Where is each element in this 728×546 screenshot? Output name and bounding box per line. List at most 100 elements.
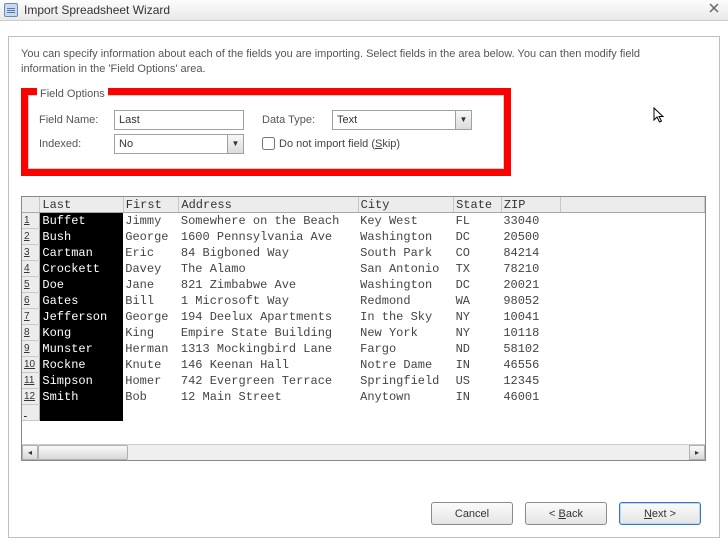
cell[interactable]: Fargo (358, 341, 453, 357)
indexed-value[interactable] (114, 134, 244, 154)
table-row[interactable]: 1BuffetJimmySomewhere on the BeachKey We… (22, 213, 705, 229)
scroll-thumb[interactable] (38, 445, 128, 460)
cell[interactable]: Key West (358, 213, 453, 229)
cancel-button[interactable]: Cancel (431, 502, 513, 525)
column-header[interactable]: City (358, 197, 453, 213)
cell[interactable]: Smith (40, 389, 123, 405)
cell[interactable]: 12345 (501, 373, 560, 389)
cell[interactable]: Eric (123, 245, 179, 261)
field-name-input[interactable] (114, 110, 244, 130)
table-row[interactable]: 12SmithBob12 Main StreetAnytownIN46001 (22, 389, 705, 405)
cell[interactable]: 10118 (501, 325, 560, 341)
cell[interactable]: WA (454, 293, 502, 309)
close-icon[interactable] (706, 2, 722, 18)
cell[interactable]: 58102 (501, 341, 560, 357)
horizontal-scrollbar[interactable]: ◂ ▸ (22, 444, 705, 460)
table-row[interactable]: 10RockneKnute146 Keenan HallNotre DameIN… (22, 357, 705, 373)
cell[interactable]: FL (454, 213, 502, 229)
cell[interactable]: Washington (358, 229, 453, 245)
cell[interactable]: Redmond (358, 293, 453, 309)
cell[interactable]: Springfield (358, 373, 453, 389)
cell[interactable]: Bill (123, 293, 179, 309)
cell[interactable]: 84 Bigboned Way (179, 245, 358, 261)
cell[interactable]: DC (454, 229, 502, 245)
cell[interactable]: NY (454, 325, 502, 341)
cell[interactable]: Bob (123, 389, 179, 405)
cell[interactable]: ND (454, 341, 502, 357)
row-number[interactable]: 2 (22, 229, 40, 245)
indexed-combo[interactable]: ▼ (114, 134, 244, 154)
cell[interactable]: 1313 Mockingbird Lane (179, 341, 358, 357)
cell[interactable]: 742 Evergreen Terrace (179, 373, 358, 389)
cell[interactable]: Crockett (40, 261, 123, 277)
cell[interactable]: Somewhere on the Beach (179, 213, 358, 229)
cell[interactable]: Cartman (40, 245, 123, 261)
cell[interactable]: New York (358, 325, 453, 341)
row-number[interactable]: 9 (22, 341, 40, 357)
cell[interactable]: Jefferson (40, 309, 123, 325)
scroll-track[interactable] (38, 445, 689, 460)
data-type-value[interactable] (332, 110, 472, 130)
column-header[interactable]: First (123, 197, 179, 213)
table-row[interactable]: 5DoeJane821 Zimbabwe AveWashingtonDC2002… (22, 277, 705, 293)
next-button[interactable]: Next > (619, 502, 701, 525)
cell[interactable]: George (123, 309, 179, 325)
cell[interactable]: 84214 (501, 245, 560, 261)
cell[interactable]: Jimmy (123, 213, 179, 229)
cell[interactable]: IN (454, 389, 502, 405)
chevron-down-icon[interactable]: ▼ (227, 135, 243, 153)
data-type-combo[interactable]: ▼ (332, 110, 472, 130)
cell[interactable]: Kong (40, 325, 123, 341)
cell[interactable]: 46001 (501, 389, 560, 405)
cell[interactable]: George (123, 229, 179, 245)
table-row[interactable]: 9MunsterHerman1313 Mockingbird LaneFargo… (22, 341, 705, 357)
cell[interactable]: South Park (358, 245, 453, 261)
cell[interactable]: Gates (40, 293, 123, 309)
cell[interactable]: 20021 (501, 277, 560, 293)
cell[interactable]: Notre Dame (358, 357, 453, 373)
cell[interactable]: 12 Main Street (179, 389, 358, 405)
cell[interactable]: DC (454, 277, 502, 293)
cell[interactable]: 78210 (501, 261, 560, 277)
column-header[interactable]: Address (179, 197, 358, 213)
cell[interactable]: Simpson (40, 373, 123, 389)
cell[interactable]: King (123, 325, 179, 341)
table-row[interactable]: 2BushGeorge1600 Pennsylvania AveWashingt… (22, 229, 705, 245)
row-number[interactable]: 1 (22, 213, 40, 229)
row-number[interactable]: 4 (22, 261, 40, 277)
preview-grid[interactable]: LastFirstAddressCityStateZIP1BuffetJimmy… (21, 196, 706, 461)
row-number[interactable]: 11 (22, 373, 40, 389)
cell[interactable]: Washington (358, 277, 453, 293)
row-number[interactable]: 8 (22, 325, 40, 341)
cell[interactable]: Jane (123, 277, 179, 293)
column-header[interactable]: Last (40, 197, 123, 213)
cell[interactable]: 194 Deelux Apartments (179, 309, 358, 325)
cell[interactable]: San Antonio (358, 261, 453, 277)
row-number[interactable]: 10 (22, 357, 40, 373)
cell[interactable]: Herman (123, 341, 179, 357)
cell[interactable]: CO (454, 245, 502, 261)
row-number[interactable]: 7 (22, 309, 40, 325)
cell[interactable]: 20500 (501, 229, 560, 245)
cell[interactable]: US (454, 373, 502, 389)
cell[interactable]: 10041 (501, 309, 560, 325)
column-header[interactable]: State (454, 197, 502, 213)
row-number[interactable]: 12 (22, 389, 40, 405)
cell[interactable]: TX (454, 261, 502, 277)
chevron-down-icon[interactable]: ▼ (455, 111, 471, 129)
cell[interactable]: Munster (40, 341, 123, 357)
cell[interactable]: Doe (40, 277, 123, 293)
row-number[interactable]: 3 (22, 245, 40, 261)
cell[interactable]: 821 Zimbabwe Ave (179, 277, 358, 293)
cell[interactable]: IN (454, 357, 502, 373)
cell[interactable]: In the Sky (358, 309, 453, 325)
cell[interactable]: Homer (123, 373, 179, 389)
cell[interactable]: Knute (123, 357, 179, 373)
cell[interactable]: 1600 Pennsylvania Ave (179, 229, 358, 245)
cell[interactable]: Empire State Building (179, 325, 358, 341)
skip-checkbox[interactable] (262, 137, 275, 150)
cell[interactable]: Bush (40, 229, 123, 245)
cell[interactable]: Davey (123, 261, 179, 277)
cell[interactable]: Rockne (40, 357, 123, 373)
table-row[interactable]: 6GatesBill1 Microsoft WayRedmondWA98052 (22, 293, 705, 309)
